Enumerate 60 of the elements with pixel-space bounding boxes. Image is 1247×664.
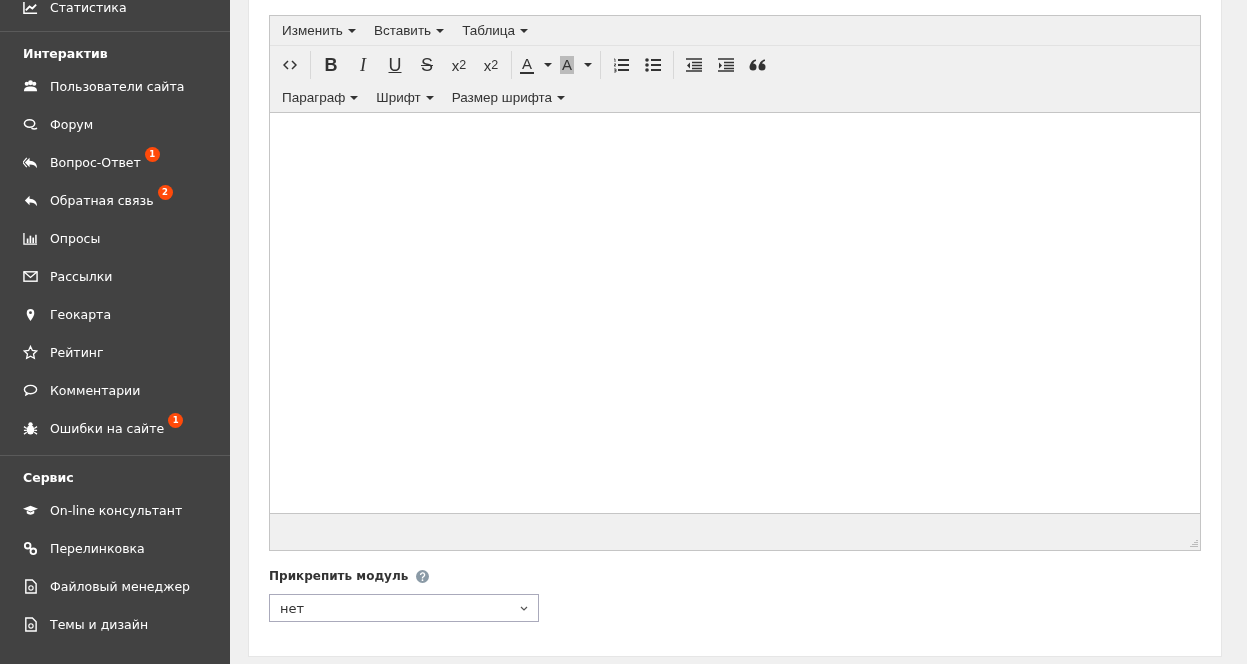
- caret-icon: [425, 95, 434, 100]
- sidebar-item[interactable]: Опросы: [0, 219, 230, 257]
- module-select[interactable]: нет: [269, 594, 539, 622]
- menu-button[interactable]: Таблица: [456, 21, 535, 40]
- caret-icon: [347, 28, 356, 33]
- link-icon: [23, 540, 38, 556]
- menu-button[interactable]: Вставить: [367, 21, 451, 40]
- format-dropdown[interactable]: Шрифт: [370, 88, 440, 107]
- caret-icon: [557, 95, 566, 100]
- format-dropdown[interactable]: Параграф: [276, 88, 365, 107]
- italic-button[interactable]: I: [347, 50, 379, 80]
- count-badge: 1: [144, 146, 160, 162]
- chart-icon: [23, 0, 38, 15]
- caret-icon: [436, 28, 445, 33]
- sidebar-item[interactable]: Форум: [0, 105, 230, 143]
- indent-icon: [718, 58, 735, 72]
- quote-icon: [749, 59, 768, 71]
- sidebar-item[interactable]: Геокарта: [0, 295, 230, 333]
- sidebar-item[interactable]: Перелинковка: [0, 529, 230, 567]
- sidebar-item[interactable]: Статистика: [0, 0, 230, 26]
- resize-handle-icon[interactable]: [1189, 539, 1198, 548]
- underline-button[interactable]: U: [379, 50, 411, 80]
- code-icon: [283, 60, 297, 70]
- star-icon: [23, 344, 38, 360]
- users-icon: [23, 78, 38, 94]
- sidebar-item[interactable]: Рейтинг: [0, 333, 230, 371]
- count-badge: 1: [168, 412, 184, 428]
- section-heading: Интерактив: [22, 45, 109, 63]
- sidebar-item[interactable]: Обратная связь 2: [0, 181, 230, 219]
- sidebar-item[interactable]: On-line консультант: [0, 491, 230, 529]
- sidebar-item[interactable]: Темы и дизайн: [0, 605, 230, 643]
- sidebar-item[interactable]: Вопрос-Ответ 1: [0, 143, 230, 181]
- speech-bubble-icon: [23, 382, 38, 398]
- menu-button[interactable]: Изменить: [276, 21, 362, 40]
- sidebar-item[interactable]: Комментарии: [0, 371, 230, 409]
- sidebar-item[interactable]: Файловый менеджер: [0, 567, 230, 605]
- sidebar-item[interactable]: Ошибки на сайте 1: [0, 409, 230, 447]
- envelope-icon: [23, 268, 38, 284]
- count-badge: 2: [157, 184, 173, 200]
- sidebar-item[interactable]: Пользователи сайта: [0, 67, 230, 105]
- numbered-list-icon: [613, 57, 630, 73]
- outdent-icon: [686, 58, 703, 72]
- sidebar-item[interactable]: Рассылки: [0, 257, 230, 295]
- file-icon: [23, 616, 38, 632]
- chevron-down-icon: [520, 605, 528, 611]
- text-color-button[interactable]: A: [516, 50, 556, 80]
- bug-icon: [23, 420, 38, 436]
- help-icon[interactable]: [416, 569, 430, 583]
- background-color-button[interactable]: A: [556, 50, 597, 80]
- format-dropdown[interactable]: Размер шрифта: [445, 88, 572, 107]
- bold-button[interactable]: B: [315, 50, 347, 80]
- chat-icon: [23, 116, 38, 132]
- caret-icon: [520, 28, 529, 33]
- bar-chart-icon: [23, 230, 38, 246]
- file-icon: [23, 578, 38, 594]
- bullet-list-icon: [645, 57, 662, 73]
- caret-icon: [350, 95, 359, 100]
- section-heading: Сервис: [22, 469, 75, 487]
- field-label: Прикрепить модуль: [269, 569, 409, 583]
- strikethrough-button[interactable]: S: [411, 50, 443, 80]
